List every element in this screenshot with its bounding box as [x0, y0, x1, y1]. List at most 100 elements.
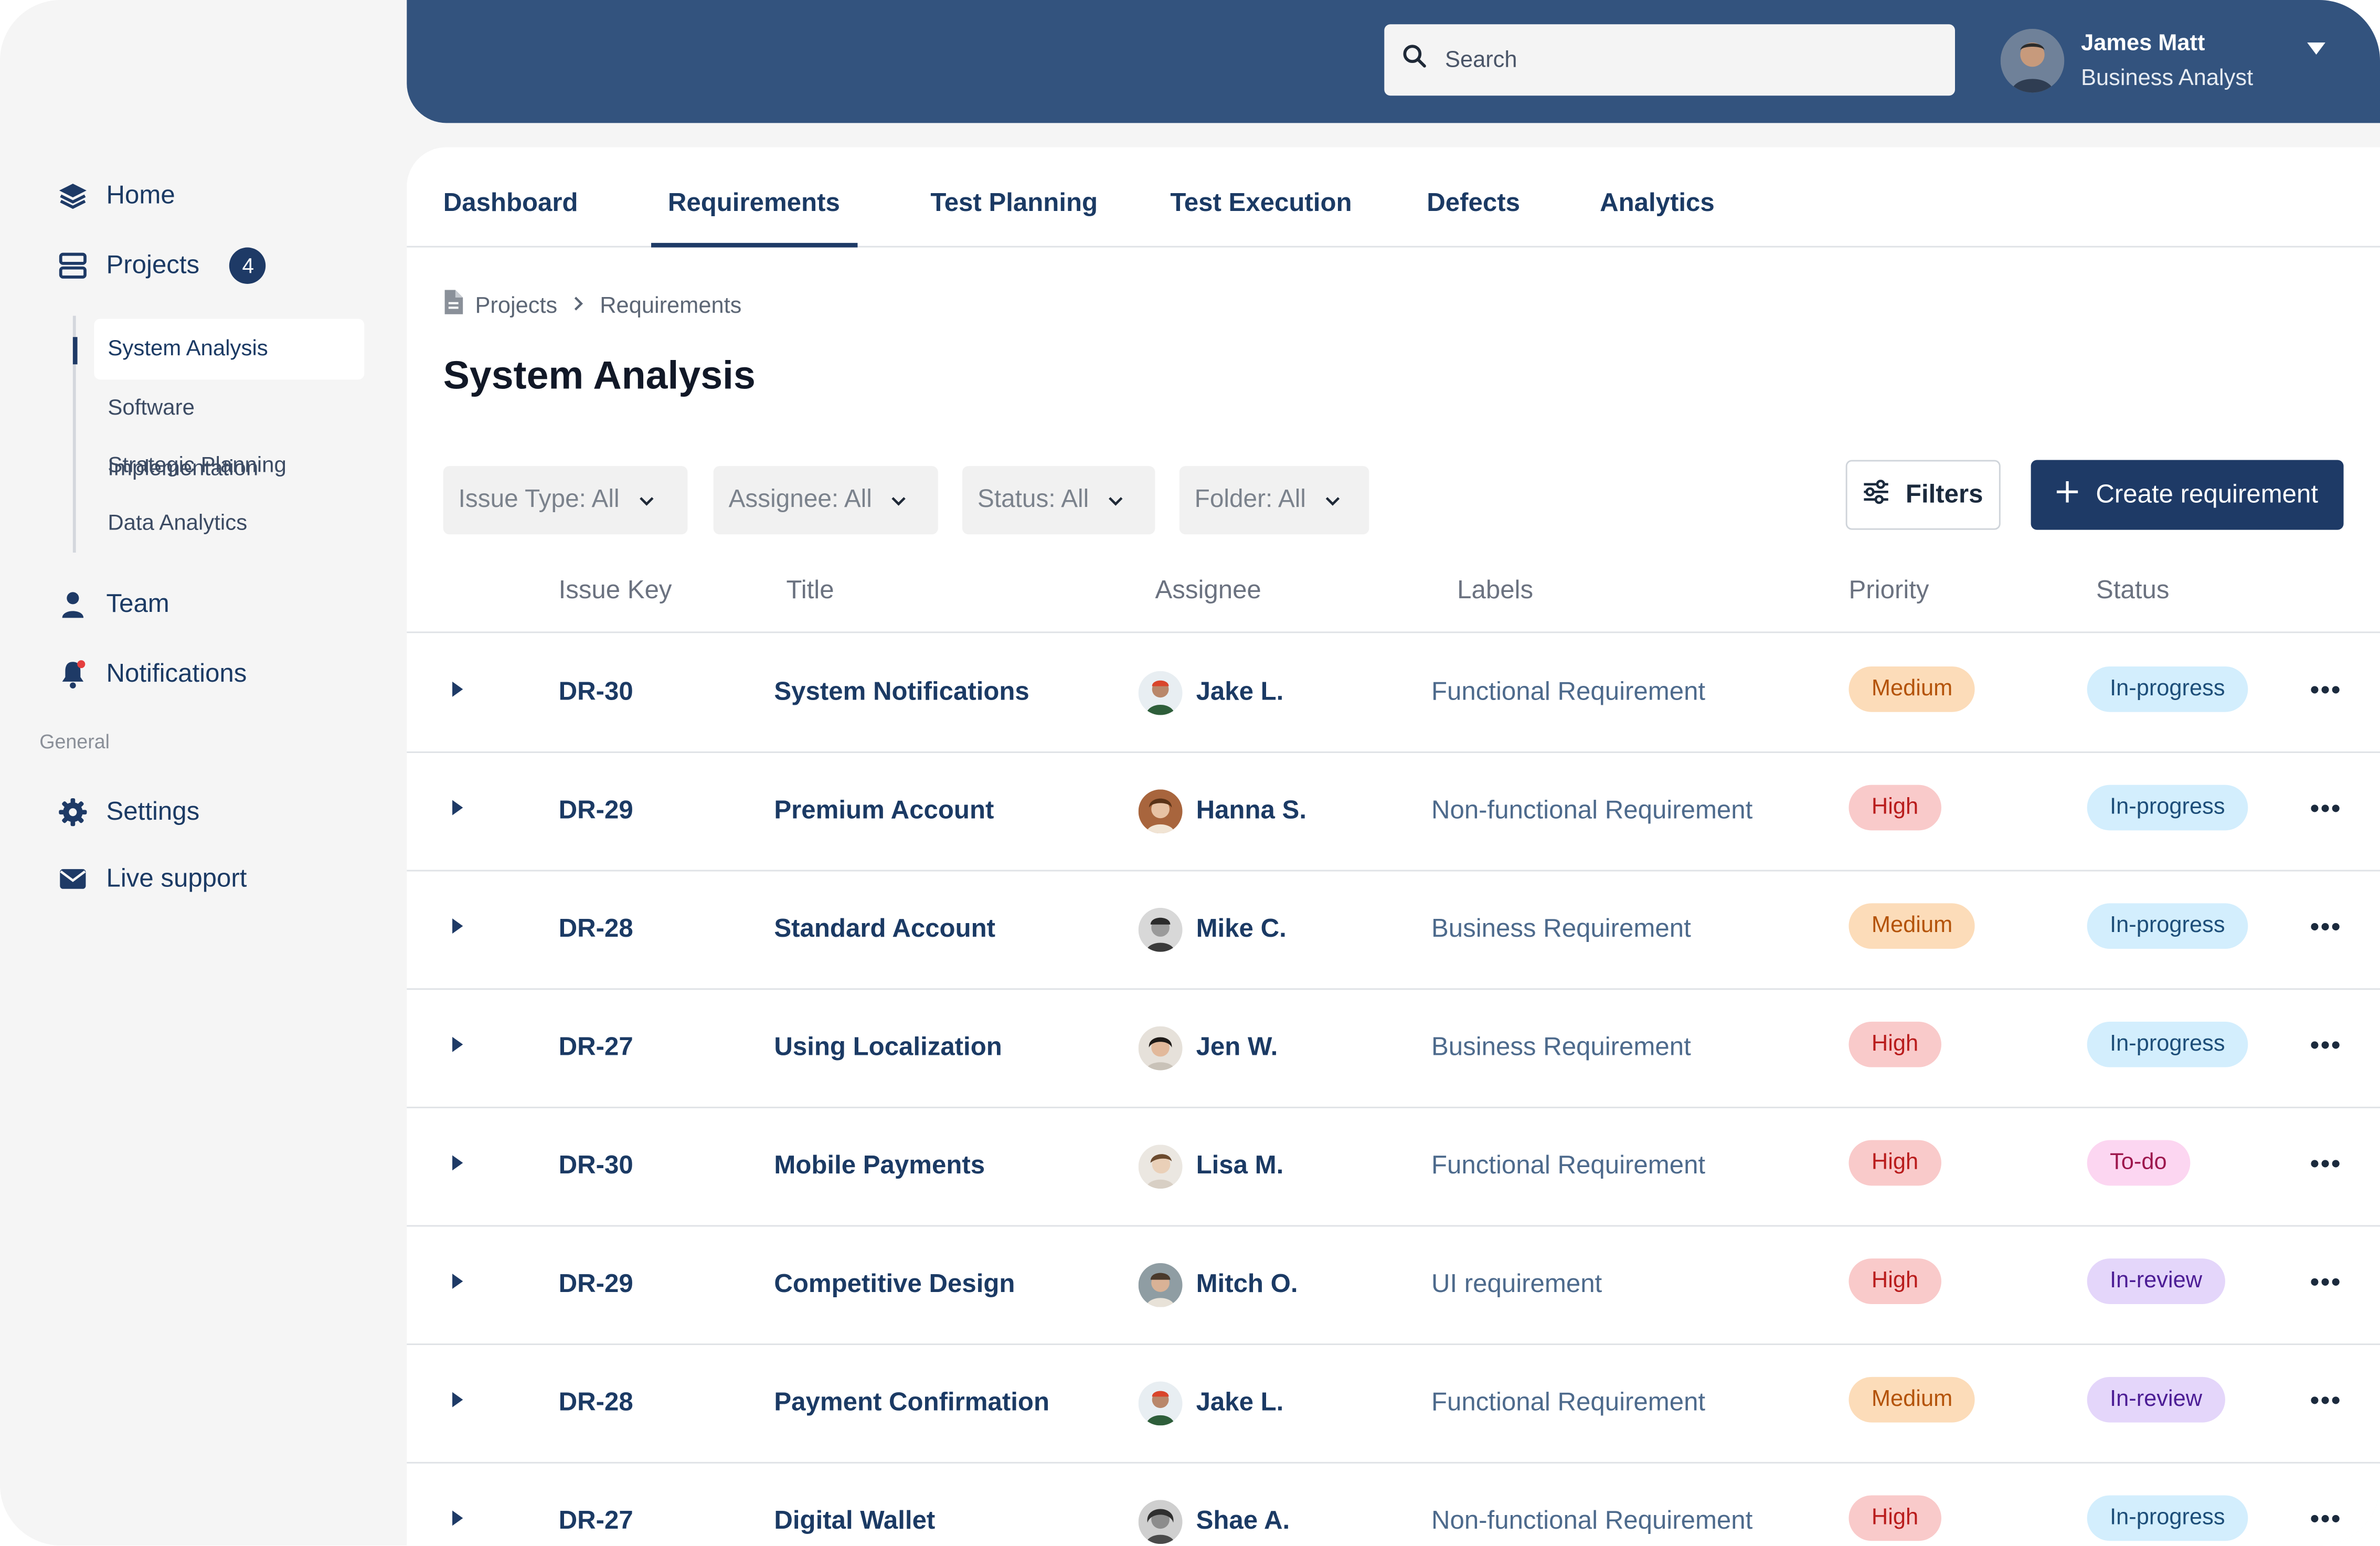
table-row[interactable]: DR-28 Payment Confirmation Jake L. Funct…	[407, 1343, 2380, 1464]
folder-filter[interactable]: Folder: All	[1179, 466, 1369, 535]
expand-row-icon[interactable]	[452, 1036, 463, 1052]
issue-key[interactable]: DR-28	[559, 1388, 633, 1418]
sidebar-item-live-support[interactable]: Live support	[58, 864, 247, 894]
tab-analytics[interactable]: Analytics	[1600, 188, 1715, 219]
expand-row-icon[interactable]	[452, 1155, 463, 1171]
column-header-status[interactable]: Status	[2096, 575, 2169, 606]
tab-dashboard[interactable]: Dashboard	[443, 188, 578, 219]
issue-key[interactable]: DR-30	[559, 1151, 633, 1181]
subnav-item-software-implementation[interactable]: Software Implementation	[94, 378, 364, 481]
table-row[interactable]: DR-29 Premium Account Hanna S. Non-funct…	[407, 751, 2380, 872]
gear-icon	[58, 797, 88, 828]
issue-title[interactable]: Digital Wallet	[774, 1506, 935, 1537]
more-options-icon[interactable]: •••	[2310, 675, 2342, 706]
sidebar-item-label: Settings	[106, 797, 200, 826]
status-badge: In-progress	[2087, 903, 2248, 949]
more-options-icon[interactable]: •••	[2310, 1031, 2342, 1061]
user-avatar[interactable]	[2000, 28, 2065, 93]
breadcrumb-requirements[interactable]: Requirements	[600, 292, 741, 318]
column-header-priority[interactable]: Priority	[1849, 575, 1929, 606]
issue-title[interactable]: System Notifications	[774, 677, 1029, 707]
more-options-icon[interactable]: •••	[2310, 1268, 2342, 1298]
expand-row-icon[interactable]	[452, 1274, 463, 1289]
issue-title[interactable]: Competitive Design	[774, 1269, 1015, 1299]
subnav-item-data-analytics[interactable]: Data Analytics	[94, 493, 364, 554]
assignee-avatar	[1138, 1381, 1183, 1426]
subnav-item-system-analysis[interactable]: System Analysis	[94, 319, 365, 380]
issue-key[interactable]: DR-29	[559, 796, 633, 826]
user-name: James Matt	[2081, 30, 2205, 57]
issue-key[interactable]: DR-30	[559, 677, 633, 707]
sidebar-item-settings[interactable]: Settings	[58, 797, 199, 828]
search-box[interactable]	[1384, 24, 1955, 96]
issue-label: Functional Requirement	[1431, 1388, 1706, 1417]
plus-icon	[2056, 480, 2078, 510]
chevron-down-icon	[890, 486, 909, 515]
issue-title[interactable]: Premium Account	[774, 796, 994, 826]
assignee-name: Jen W.	[1196, 1032, 1278, 1062]
expand-row-icon[interactable]	[452, 681, 463, 697]
tab-defects[interactable]: Defects	[1427, 188, 1520, 219]
search-input[interactable]	[1442, 45, 1904, 75]
mail-icon	[58, 864, 88, 894]
page-title: System Analysis	[443, 352, 756, 398]
expand-row-icon[interactable]	[452, 1392, 463, 1407]
expand-row-icon[interactable]	[452, 800, 463, 816]
priority-badge: High	[1848, 1140, 1941, 1186]
issue-title[interactable]: Mobile Payments	[774, 1151, 985, 1181]
issue-title[interactable]: Standard Account	[774, 914, 995, 945]
column-header-issue-key[interactable]: Issue Key	[559, 575, 672, 606]
filters-button-label: Filters	[1905, 480, 1983, 509]
subnav-item-strategic-planning[interactable]: Strategic Planning	[94, 436, 364, 496]
more-options-icon[interactable]: •••	[2310, 794, 2342, 824]
document-icon	[443, 290, 463, 321]
section-label-general: General	[39, 730, 110, 753]
create-requirement-button[interactable]: Create requirement	[2031, 460, 2344, 530]
expand-row-icon[interactable]	[452, 918, 463, 934]
column-header-assignee[interactable]: Assignee	[1155, 575, 1261, 606]
more-options-icon[interactable]: •••	[2310, 1505, 2342, 1535]
expand-row-icon[interactable]	[452, 1510, 463, 1526]
table-row[interactable]: DR-30 Mobile Payments Lisa M. Functional…	[407, 1107, 2380, 1227]
issue-title[interactable]: Using Localization	[774, 1032, 1002, 1063]
tab-test-planning[interactable]: Test Planning	[930, 188, 1098, 219]
column-header-title[interactable]: Title	[787, 575, 834, 606]
table-row[interactable]: DR-27 Digital Wallet Shae A. Non-functio…	[407, 1462, 2380, 1545]
table-row[interactable]: DR-28 Standard Account Mike C. Business …	[407, 870, 2380, 990]
server-icon	[58, 250, 88, 281]
sidebar-item-label: Projects	[106, 250, 200, 280]
issue-label: Functional Requirement	[1431, 1150, 1706, 1180]
sidebar-item-team[interactable]: Team	[58, 589, 169, 619]
chevron-down-icon	[638, 486, 656, 515]
status-badge: In-review	[2087, 1258, 2225, 1304]
filter-label: Folder: All	[1194, 485, 1306, 513]
issue-key[interactable]: DR-28	[559, 914, 633, 945]
status-filter[interactable]: Status: All	[962, 466, 1155, 535]
issue-key[interactable]: DR-27	[559, 1506, 633, 1537]
priority-badge: High	[1848, 1258, 1941, 1304]
table-row[interactable]: DR-27 Using Localization Jen W. Business…	[407, 988, 2380, 1108]
more-options-icon[interactable]: •••	[2310, 1386, 2342, 1416]
sidebar-item-notifications[interactable]: Notifications	[58, 659, 247, 690]
issue-key[interactable]: DR-29	[559, 1269, 633, 1299]
assignee-avatar	[1138, 1026, 1183, 1071]
main-panel: Dashboard Requirements Test Planning Tes…	[407, 147, 2380, 1545]
issue-title[interactable]: Payment Confirmation	[774, 1388, 1049, 1418]
tab-test-execution[interactable]: Test Execution	[1170, 188, 1352, 219]
filters-button[interactable]: Filters	[1845, 460, 2001, 530]
issue-type-filter[interactable]: Issue Type: All	[443, 466, 688, 535]
table-row[interactable]: DR-29 Competitive Design Mitch O. UI req…	[407, 1225, 2380, 1346]
more-options-icon[interactable]: •••	[2310, 913, 2342, 943]
assignee-filter[interactable]: Assignee: All	[713, 466, 938, 535]
user-menu-caret-icon[interactable]	[2307, 36, 2325, 63]
more-options-icon[interactable]: •••	[2310, 1149, 2342, 1180]
sidebar-item-projects[interactable]: Projects 4	[58, 247, 267, 284]
tab-requirements[interactable]: Requirements	[668, 188, 840, 219]
sidebar-item-home[interactable]: Home	[58, 181, 175, 211]
issue-key[interactable]: DR-27	[559, 1032, 633, 1063]
breadcrumb-projects[interactable]: Projects	[475, 292, 557, 318]
table-row[interactable]: DR-30 System Notifications Jake L. Funct…	[407, 633, 2380, 753]
search-icon	[1402, 44, 1427, 76]
chevron-down-icon	[1324, 486, 1343, 515]
column-header-labels[interactable]: Labels	[1457, 575, 1533, 606]
